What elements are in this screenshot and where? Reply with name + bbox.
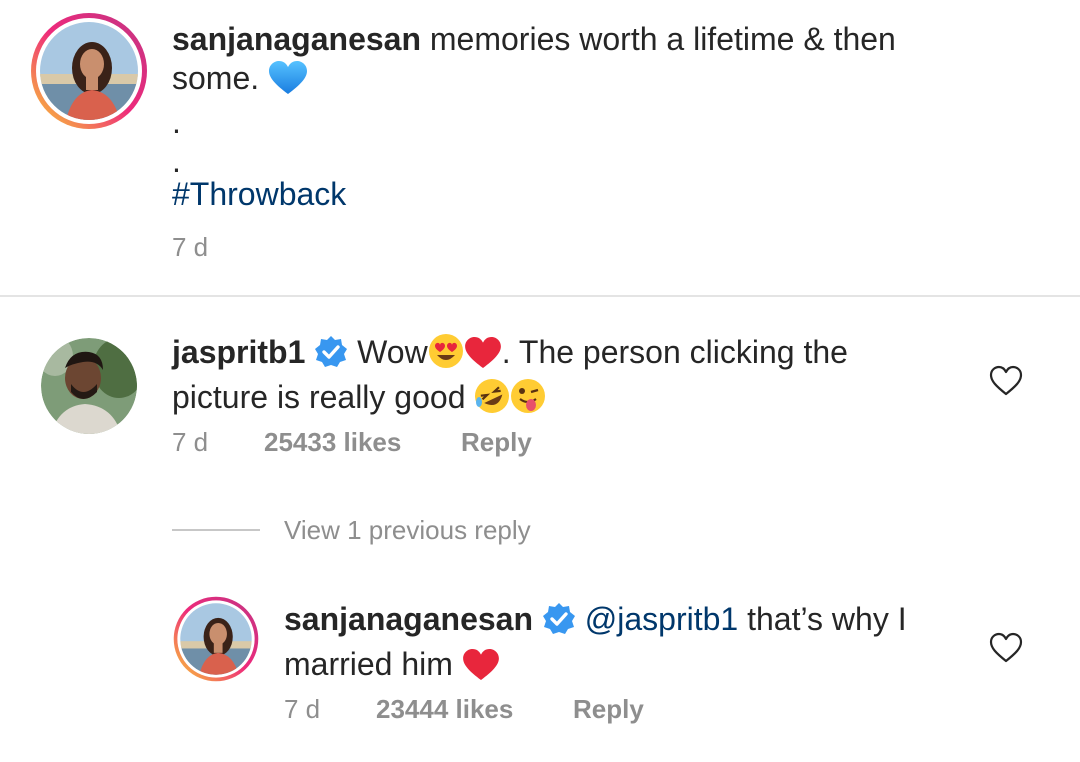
- view-previous-replies-button[interactable]: View 1 previous reply: [172, 510, 531, 550]
- comment-reply-button[interactable]: Reply: [461, 427, 532, 458]
- hashtag-link[interactable]: #Throwback: [172, 175, 346, 214]
- comment-text: jaspritb1 Wow . The person clicking the …: [172, 333, 932, 423]
- comment-body-2: . The person clicking the: [501, 334, 848, 370]
- reply-timestamp: 7 d: [284, 694, 321, 724]
- caption-timestamp: 7 d: [172, 232, 209, 262]
- avatar-jaspritb1[interactable]: [41, 338, 137, 434]
- view-replies-label: View 1 previous reply: [284, 514, 531, 545]
- like-reply-button[interactable]: [989, 632, 1023, 664]
- comment-timestamp: 7 d: [172, 427, 209, 457]
- heart-eyes-emoji-icon: [428, 333, 464, 378]
- comment-meta: 7 d 25433 likes Reply: [172, 427, 532, 458]
- divider: [0, 295, 1080, 297]
- blue-heart-icon: [268, 61, 308, 104]
- reply-body-2: married him: [284, 646, 453, 682]
- reply-text: sanjanaganesan @jaspritb1 that’s why I m…: [284, 600, 944, 690]
- reply-username[interactable]: sanjanaganesan: [284, 601, 533, 637]
- heart-outline-icon: [989, 365, 1023, 396]
- caption-text: sanjanaganesan memories worth a lifetime…: [172, 20, 932, 104]
- heart-outline-icon: [989, 632, 1023, 663]
- caption-dot-1: .: [172, 104, 181, 140]
- red-heart-icon: [464, 337, 502, 378]
- mention-link[interactable]: @jaspritb1: [585, 601, 738, 637]
- verified-badge-icon: [542, 602, 576, 645]
- avatar-sanjanaganesan[interactable]: [30, 12, 148, 130]
- comment-likes[interactable]: 25433 likes: [264, 427, 461, 458]
- view-replies-divider-line: [172, 529, 260, 531]
- reply-reply-button[interactable]: Reply: [573, 694, 644, 725]
- winking-tongue-emoji-icon: [510, 378, 546, 423]
- avatar-sanjanaganesan-reply[interactable]: [173, 596, 259, 682]
- rofl-emoji-icon: [474, 378, 510, 423]
- reply-likes[interactable]: 23444 likes: [376, 694, 573, 725]
- comment-username[interactable]: jaspritb1: [172, 334, 305, 370]
- verified-badge-icon: [314, 335, 348, 378]
- like-comment-button[interactable]: [989, 365, 1023, 397]
- red-heart-icon: [462, 649, 500, 690]
- comment-body-3: picture is really good: [172, 379, 466, 415]
- caption-username[interactable]: sanjanaganesan: [172, 21, 421, 57]
- reply-meta: 7 d 23444 likes Reply: [284, 694, 644, 725]
- comment-body-1: Wow: [357, 334, 428, 370]
- reply-body-1: that’s why I: [747, 601, 907, 637]
